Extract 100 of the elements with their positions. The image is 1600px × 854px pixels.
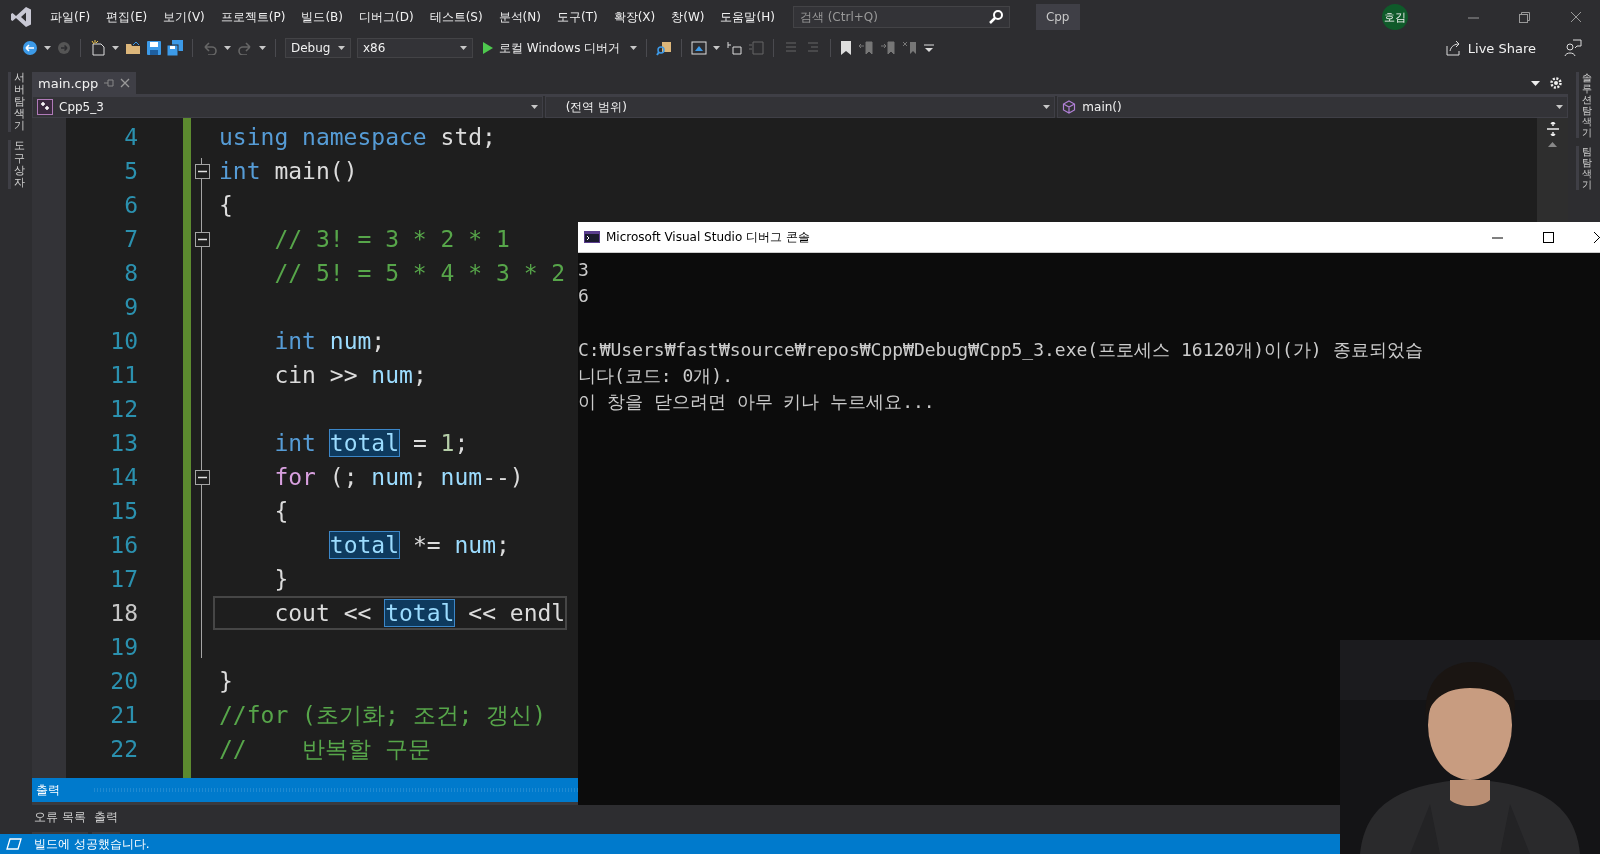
line-number: 21: [109, 701, 138, 730]
configuration-dropdown[interactable]: Debug: [285, 38, 351, 58]
splitter-icon[interactable]: [1545, 122, 1560, 136]
menu-item[interactable]: 편집(E): [98, 4, 156, 30]
previous-bookmark-icon[interactable]: [858, 40, 875, 56]
play-icon: [483, 42, 493, 54]
code-line: for (; num; num--): [273, 463, 525, 492]
clear-bookmarks-icon[interactable]: [902, 40, 919, 56]
status-message: 빌드에 성공했습니다.: [34, 835, 150, 853]
caret-icon[interactable]: [630, 46, 638, 50]
code-line: int num;: [273, 327, 387, 356]
menu-item[interactable]: 보기(V): [155, 4, 213, 30]
scroll-up-icon[interactable]: [1548, 142, 1557, 147]
member-dropdown[interactable]: main(): [1057, 96, 1568, 118]
line-number: 10: [109, 327, 138, 356]
code-line: }: [218, 667, 234, 696]
console-line: 이 창을 닫으려면 아무 키나 누르세요...: [578, 390, 936, 414]
scope-dropdown[interactable]: (전역 범위): [544, 96, 1056, 118]
feedback-icon[interactable]: [1564, 39, 1582, 57]
settings-icon[interactable]: [1550, 77, 1562, 89]
code-line: cin >> num;: [273, 361, 428, 390]
undo-icon[interactable]: [202, 41, 218, 55]
new-item-icon[interactable]: [90, 40, 106, 56]
collapse-icon[interactable]: [194, 469, 210, 485]
code-line: {: [273, 497, 290, 526]
code-line: // 5! = 5 * 4 * 3 * 2: [273, 259, 567, 288]
line-number: 19: [109, 633, 138, 662]
line-number: 11: [109, 361, 138, 390]
caret-icon[interactable]: [224, 46, 231, 50]
caret-icon[interactable]: [713, 46, 721, 50]
close-icon[interactable]: [1594, 231, 1600, 243]
collapse-icon[interactable]: [194, 163, 210, 179]
line-number: 14: [109, 463, 138, 492]
console-line: 니다(코드: 0개).: [578, 364, 735, 388]
collapse-icon[interactable]: [194, 231, 210, 247]
bookmark-icon[interactable]: [840, 40, 853, 56]
console-title: Microsoft Visual Studio 디버그 콘솔: [606, 228, 810, 246]
browser-icon[interactable]: [691, 40, 708, 56]
live-share-button[interactable]: Live Share: [1439, 39, 1542, 57]
menu-item[interactable]: 확장(X): [605, 4, 664, 30]
cube-icon: [1062, 100, 1077, 114]
menu-item[interactable]: 파일(F): [42, 4, 99, 30]
menu-item[interactable]: 분석(N): [490, 4, 549, 30]
line-number: 9: [123, 293, 138, 322]
menu-item[interactable]: 프로젝트(P): [212, 4, 294, 30]
line-number: 7: [123, 225, 138, 254]
menu-item[interactable]: 도움말(H): [712, 4, 783, 30]
code-line: // 3! = 3 * 2 * 1: [273, 225, 511, 254]
caret-icon[interactable]: [259, 46, 266, 50]
code-line: // 반복할 구문: [218, 735, 432, 764]
platform-dropdown[interactable]: x86: [357, 38, 473, 58]
code-line: total *= num;: [328, 531, 511, 560]
line-number: 17: [109, 565, 138, 594]
save-icon[interactable]: [147, 41, 161, 55]
folder-icon[interactable]: [125, 41, 141, 55]
avatar[interactable]: 호김: [1382, 4, 1408, 30]
save-all-icon[interactable]: [167, 40, 183, 56]
caret-icon: [460, 46, 467, 50]
caret-icon: [1556, 105, 1563, 109]
restore-icon[interactable]: [1519, 11, 1530, 23]
code-line: int total = 1;: [273, 429, 470, 458]
dropdown-icon[interactable]: [1531, 80, 1540, 86]
code-line: {: [218, 191, 234, 220]
line-number: 22: [109, 735, 138, 764]
redo-icon[interactable]: [237, 41, 253, 55]
run-button[interactable]: 로컬 Windows 디버거: [479, 39, 625, 57]
code-line: }: [273, 565, 290, 594]
find-in-files-icon[interactable]: [656, 40, 673, 56]
caret-icon[interactable]: [44, 46, 51, 50]
indent-icon[interactable]: [726, 40, 743, 56]
side-tab[interactable]: 팀 탐색기: [1576, 146, 1592, 190]
caret-icon[interactable]: [112, 46, 119, 50]
menu-item[interactable]: 도구(T): [548, 4, 606, 30]
menu-item[interactable]: 빌드(B): [293, 4, 351, 30]
overflow-icon[interactable]: [924, 44, 935, 52]
menu-item[interactable]: 디버그(D): [351, 4, 422, 30]
code-line: using namespace std;: [218, 123, 497, 152]
code-line: int main(): [218, 157, 359, 186]
line-number: 16: [109, 531, 138, 560]
side-tab[interactable]: 서버 탐색기: [7, 72, 25, 133]
console-line: 3: [578, 258, 590, 282]
line-number: 8: [123, 259, 138, 288]
back-icon[interactable]: [22, 40, 38, 56]
build-status-icon: [6, 838, 22, 850]
project-dropdown[interactable]: Cpp5_3: [32, 96, 543, 118]
console-line: 6: [578, 284, 590, 308]
side-tab[interactable]: 도구 상자: [7, 140, 25, 189]
menu-item[interactable]: 창(W): [663, 4, 713, 30]
next-bookmark-icon[interactable]: [880, 40, 897, 56]
line-number: 5: [123, 157, 138, 186]
caret-icon: [1043, 105, 1051, 109]
line-number: 13: [109, 429, 138, 458]
maximize-icon[interactable]: [1543, 231, 1554, 243]
solution-name: Cpp: [1035, 4, 1080, 30]
line-number: 4: [123, 123, 138, 152]
console-icon: [584, 231, 600, 243]
caret-icon: [338, 46, 345, 50]
console-line: C:₩Users₩fast₩source₩repos₩Cpp₩Debug₩Cpp5_3.exe(프로세스 16120개)이(가) 종료되었습: [578, 338, 1424, 362]
side-tab[interactable]: 솔루션 탐색기: [1576, 72, 1592, 138]
menu-item[interactable]: 테스트(S): [421, 4, 491, 30]
